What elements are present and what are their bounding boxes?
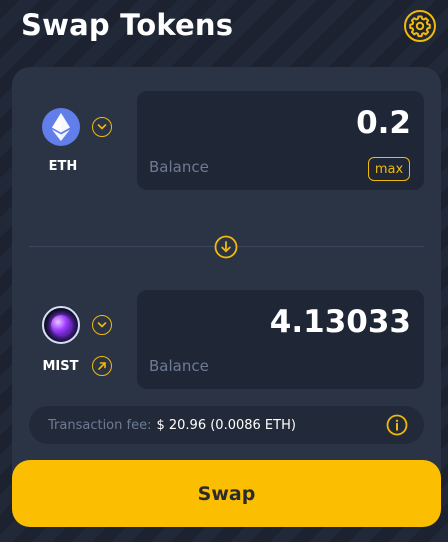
switch-direction-button[interactable]: [214, 235, 238, 259]
to-token-selector: MIST: [32, 306, 122, 376]
swap-button[interactable]: Swap: [12, 460, 441, 527]
page-title: Swap Tokens: [21, 8, 234, 42]
from-token-selector: ETH: [32, 108, 122, 174]
fee-value: $ 20.96 (0.0086 ETH): [156, 417, 296, 433]
from-amount-value[interactable]: 0.2: [356, 105, 411, 141]
swap-card: ETH 0.2 Balance max MIST 4.13033 Balance…: [12, 67, 441, 527]
info-icon: [386, 414, 408, 436]
to-amount-box[interactable]: 4.13033 Balance: [137, 290, 424, 389]
transaction-fee-bar: Transaction fee: $ 20.96 (0.0086 ETH): [29, 406, 424, 444]
from-amount-box[interactable]: 0.2 Balance max: [137, 91, 424, 190]
to-amount-value[interactable]: 4.13033: [270, 304, 411, 340]
to-token-symbol: MIST: [42, 358, 79, 374]
token-link-button[interactable]: [91, 356, 112, 376]
arrow-down-circle-icon: [214, 235, 238, 259]
mist-logo-icon[interactable]: [42, 306, 80, 344]
fee-info-button[interactable]: [386, 414, 408, 436]
max-button[interactable]: max: [368, 157, 410, 181]
gear-icon: [404, 10, 436, 42]
ethereum-logo-icon[interactable]: [42, 108, 80, 146]
to-token-dropdown-button[interactable]: [92, 315, 112, 335]
fee-label: Transaction fee:: [48, 417, 152, 433]
chevron-down-icon: [97, 322, 107, 328]
arrow-up-right-icon: [97, 362, 106, 370]
settings-button[interactable]: [403, 9, 437, 43]
to-balance-label: Balance: [149, 357, 209, 375]
chevron-down-icon: [97, 124, 107, 130]
from-balance-label: Balance: [149, 158, 209, 176]
from-token-dropdown-button[interactable]: [92, 117, 112, 137]
from-token-symbol: ETH: [48, 159, 78, 174]
